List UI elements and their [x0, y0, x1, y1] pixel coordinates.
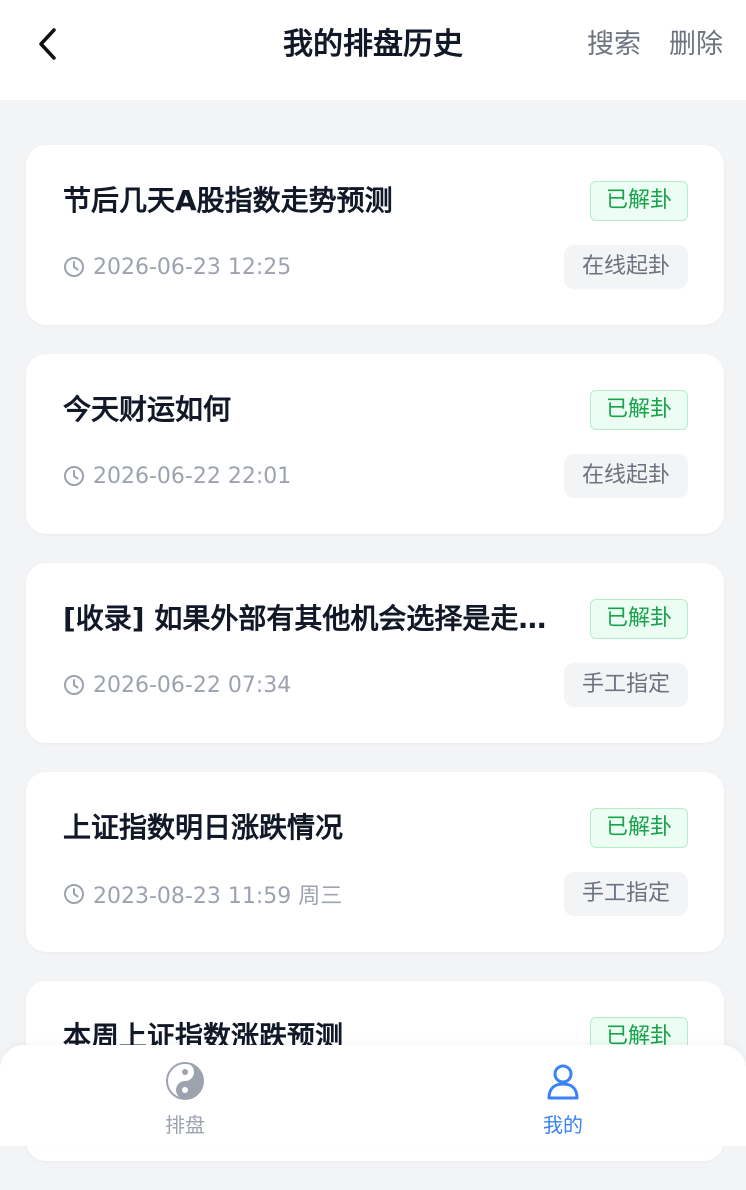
yin-yang-icon: [166, 1062, 204, 1100]
history-card[interactable]: 今天财运如何 已解卦 2026-06-22 22:01 在线起卦: [26, 354, 724, 534]
nav-label-mine: 我的: [543, 1113, 583, 1137]
top-bar: 我的排盘历史 搜索 删除: [0, 0, 746, 100]
record-timestamp: 2026-06-22 22:01: [93, 463, 292, 489]
status-badge: 已解卦: [589, 599, 688, 639]
history-list: 节后几天A股指数走势预测 已解卦 2026-06-23 12:25 在线起卦 今…: [26, 145, 724, 1190]
method-tag: 手工指定: [563, 872, 688, 916]
record-title: 上证指数明日涨跌情况: [63, 811, 344, 844]
chevron-left-icon: [39, 28, 56, 60]
history-card[interactable]: [收录] 如果外部有其他机会选择是走还是留 已解卦 2026-06-22 07:…: [26, 563, 724, 743]
clock-icon: [64, 884, 84, 904]
record-title: 今天财运如何: [63, 393, 232, 426]
method-tag: 在线起卦: [563, 245, 688, 289]
nav-label-pan: 排盘: [165, 1113, 205, 1137]
back-button[interactable]: [28, 24, 68, 64]
clock-icon: [64, 257, 84, 277]
history-card[interactable]: 节后几天A股指数走势预测 已解卦 2026-06-23 12:25 在线起卦: [26, 145, 724, 325]
method-tag: 在线起卦: [563, 454, 688, 498]
record-time: 2026-06-22 07:34: [63, 667, 291, 703]
method-tag: 手工指定: [563, 663, 688, 707]
history-card[interactable]: 上证指数明日涨跌情况 已解卦 2023-08-23 11:59 周三 手工指定: [26, 772, 724, 952]
search-button[interactable]: 搜索: [587, 24, 641, 66]
bottom-nav: 排盘 我的: [0, 1045, 746, 1146]
record-time: 2026-06-23 12:25: [63, 249, 291, 285]
record-time: 2023-08-23 11:59 周三: [63, 876, 342, 912]
record-time: 2026-06-22 22:01: [63, 458, 291, 494]
nav-item-pan[interactable]: 排盘: [125, 1061, 245, 1138]
record-timestamp: 2026-06-22 07:34: [93, 672, 292, 698]
clock-icon: [64, 466, 84, 486]
status-badge: 已解卦: [589, 390, 688, 430]
record-title: [收录] 如果外部有其他机会选择是走还是留: [63, 602, 564, 635]
user-icon: [547, 1064, 579, 1100]
record-title: 节后几天A股指数走势预测: [63, 184, 393, 217]
record-timestamp: 2023-08-23 11:59 周三: [93, 884, 343, 909]
clock-icon: [64, 675, 84, 695]
record-timestamp: 2026-06-23 12:25: [93, 254, 292, 280]
delete-button[interactable]: 删除: [669, 24, 723, 66]
status-badge: 已解卦: [589, 808, 688, 848]
nav-item-mine[interactable]: 我的: [503, 1061, 623, 1138]
status-badge: 已解卦: [589, 181, 688, 221]
